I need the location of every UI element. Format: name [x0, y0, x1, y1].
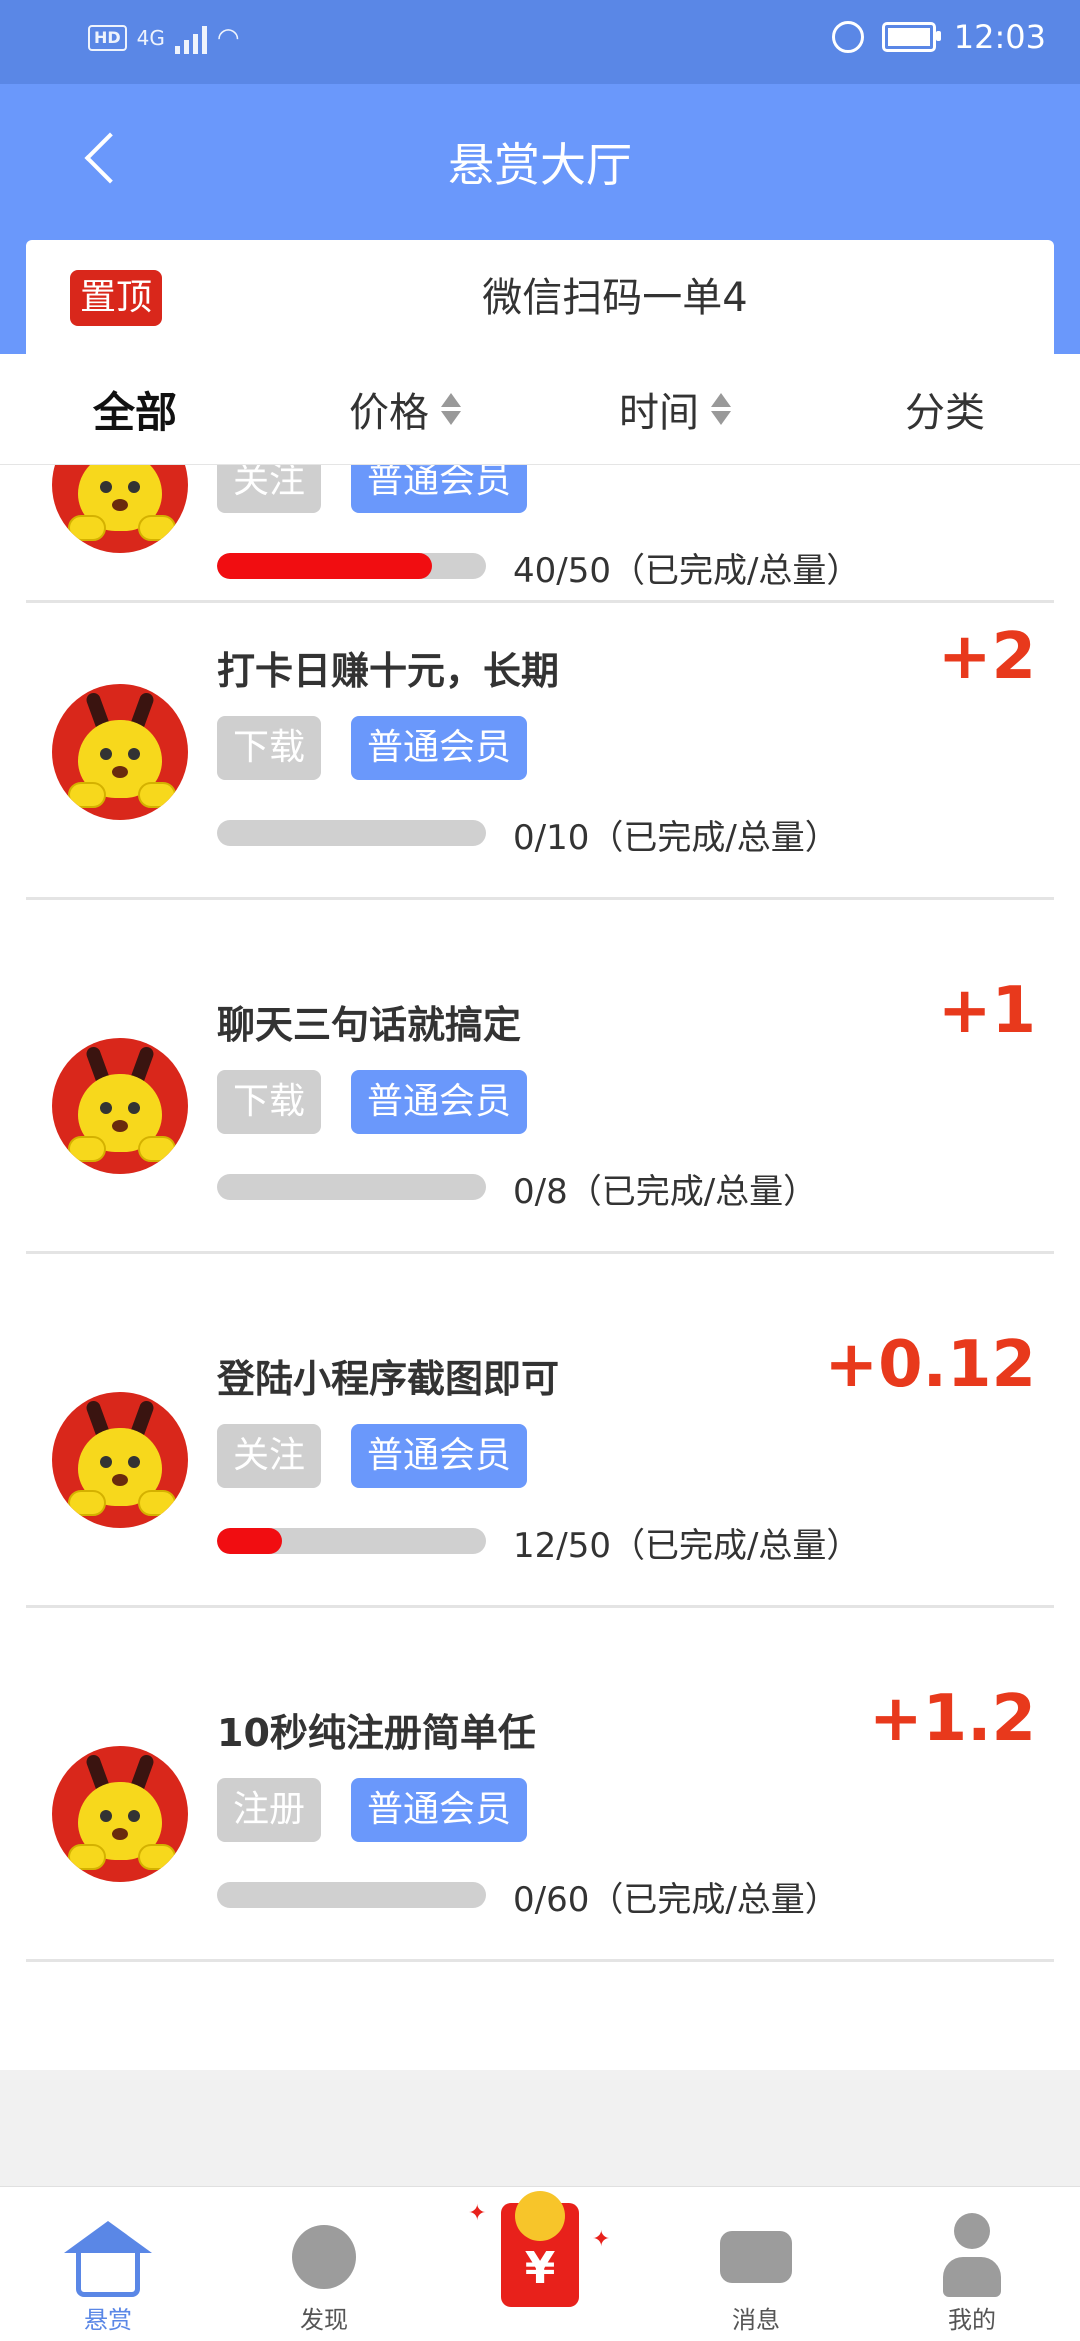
house-icon-body	[76, 2243, 140, 2297]
progress-bar	[217, 1882, 486, 1908]
tab-label: 消息	[732, 2306, 780, 2334]
filter-price[interactable]: 价格	[270, 354, 540, 464]
filter-all[interactable]: 全部	[0, 354, 270, 464]
avatar	[52, 684, 188, 820]
status-bar: HD 4G ◠ 12:03	[0, 0, 1080, 84]
divider	[26, 897, 1054, 900]
member-level-tag: 普通会员	[351, 465, 528, 513]
notice-text: 微信扫码一单4	[482, 275, 748, 321]
task-item[interactable]: 10秒纯注册简单任 +1.2 注册 普通会员 0/60（已完成/总量）	[0, 1672, 1080, 2026]
sort-icon	[441, 393, 461, 425]
progress-bar	[217, 553, 486, 579]
task-item[interactable]: 打卡日赚十元，长期 +2 下载 普通会员 0/10（已完成/总量）	[0, 610, 1080, 964]
progress-text: 0/10（已完成/总量）	[513, 818, 839, 858]
tab-messages[interactable]: 消息	[676, 2187, 836, 2341]
progress-text: 0/8（已完成/总量）	[513, 1172, 818, 1212]
task-item[interactable]: 关注 普通会员 40/50（已完成/总量）	[0, 465, 1080, 603]
tab-label: 悬赏	[84, 2306, 132, 2334]
divider	[26, 1959, 1054, 1962]
chat-bubble-icon	[720, 2231, 792, 2283]
sort-icon	[711, 393, 731, 425]
task-type-tag: 下载	[217, 716, 322, 780]
pin-badge: 置顶	[70, 270, 163, 326]
filter-label: 价格	[349, 390, 429, 436]
divider	[26, 1251, 1054, 1254]
filter-time[interactable]: 时间	[540, 354, 810, 464]
tab-mine[interactable]: 我的	[892, 2187, 1052, 2341]
red-packet-icon: ¥	[501, 2191, 579, 2307]
status-left: HD 4G ◠	[88, 22, 240, 54]
task-title: 打卡日赚十元，长期	[217, 649, 560, 693]
task-title: 聊天三句话就搞定	[217, 1003, 522, 1047]
avatar	[52, 1392, 188, 1528]
alarm-icon	[831, 21, 864, 53]
compass-icon	[292, 2225, 356, 2289]
filter-label: 全部	[92, 387, 177, 437]
filter-label: 分类	[905, 390, 985, 436]
tab-label: 发现	[300, 2306, 348, 2334]
task-reward: +0.12	[824, 1328, 1036, 1402]
progress-fill	[217, 1528, 282, 1554]
page-title: 悬赏大厅	[448, 138, 632, 192]
tab-red-packet[interactable]: ¥ ✦ ✦	[460, 2187, 620, 2341]
pinned-notice[interactable]: 置顶 微信扫码一单4	[26, 240, 1054, 354]
progress-bar	[217, 1174, 486, 1200]
task-reward: +1.2	[869, 1682, 1036, 1756]
divider	[26, 1605, 1054, 1608]
divider	[26, 600, 1054, 603]
task-reward: +1	[937, 974, 1036, 1048]
task-type-tag: 关注	[217, 1424, 322, 1488]
filter-label: 时间	[619, 390, 699, 436]
status-time: 12:03	[953, 18, 1046, 56]
bottom-tab-bar: 悬赏 发现 ¥ ✦ ✦ 消息 我的	[0, 2186, 1080, 2341]
tab-discover[interactable]: 发现	[244, 2187, 404, 2341]
task-list: 关注 普通会员 40/50（已完成/总量） 打卡日赚十元，长期 +2 下载 普通…	[0, 465, 1080, 2070]
task-type-tag: 下载	[217, 1070, 322, 1134]
user-icon	[954, 2213, 990, 2249]
member-level-tag: 普通会员	[351, 1070, 528, 1134]
tab-label: 我的	[948, 2306, 996, 2334]
task-type-tag: 关注	[217, 465, 322, 513]
progress-bar	[217, 820, 486, 846]
member-level-tag: 普通会员	[351, 1778, 528, 1842]
member-level-tag: 普通会员	[351, 716, 528, 780]
task-reward: +2	[937, 620, 1036, 694]
task-type-tag: 注册	[217, 1778, 322, 1842]
battery-icon	[881, 22, 941, 52]
avatar	[52, 1038, 188, 1174]
task-item[interactable]: 聊天三句话就搞定 +1 下载 普通会员 0/8（已完成/总量）	[0, 964, 1080, 1318]
avatar	[52, 465, 188, 553]
status-right: 12:03	[831, 18, 1046, 56]
progress-bar	[217, 1528, 486, 1554]
user-icon-body	[943, 2257, 1001, 2297]
network-type: 4G	[136, 26, 165, 50]
filter-bar: 全部 价格 时间 分类	[0, 354, 1080, 465]
progress-text: 40/50（已完成/总量）	[513, 551, 861, 591]
hd-indicator: HD	[88, 25, 127, 51]
task-title: 登陆小程序截图即可	[217, 1357, 560, 1401]
progress-text: 12/50（已完成/总量）	[513, 1526, 861, 1566]
tab-reward-hall[interactable]: 悬赏	[28, 2187, 188, 2341]
member-level-tag: 普通会员	[351, 1424, 528, 1488]
signal-icon	[174, 22, 207, 54]
task-title: 10秒纯注册简单任	[217, 1711, 536, 1755]
progress-text: 0/60（已完成/总量）	[513, 1880, 839, 1920]
wifi-icon: ◠	[216, 23, 240, 53]
avatar	[52, 1746, 188, 1882]
progress-fill	[217, 553, 433, 579]
filter-category[interactable]: 分类	[810, 354, 1080, 464]
task-item[interactable]: 登陆小程序截图即可 +0.12 关注 普通会员 12/50（已完成/总量）	[0, 1318, 1080, 1672]
